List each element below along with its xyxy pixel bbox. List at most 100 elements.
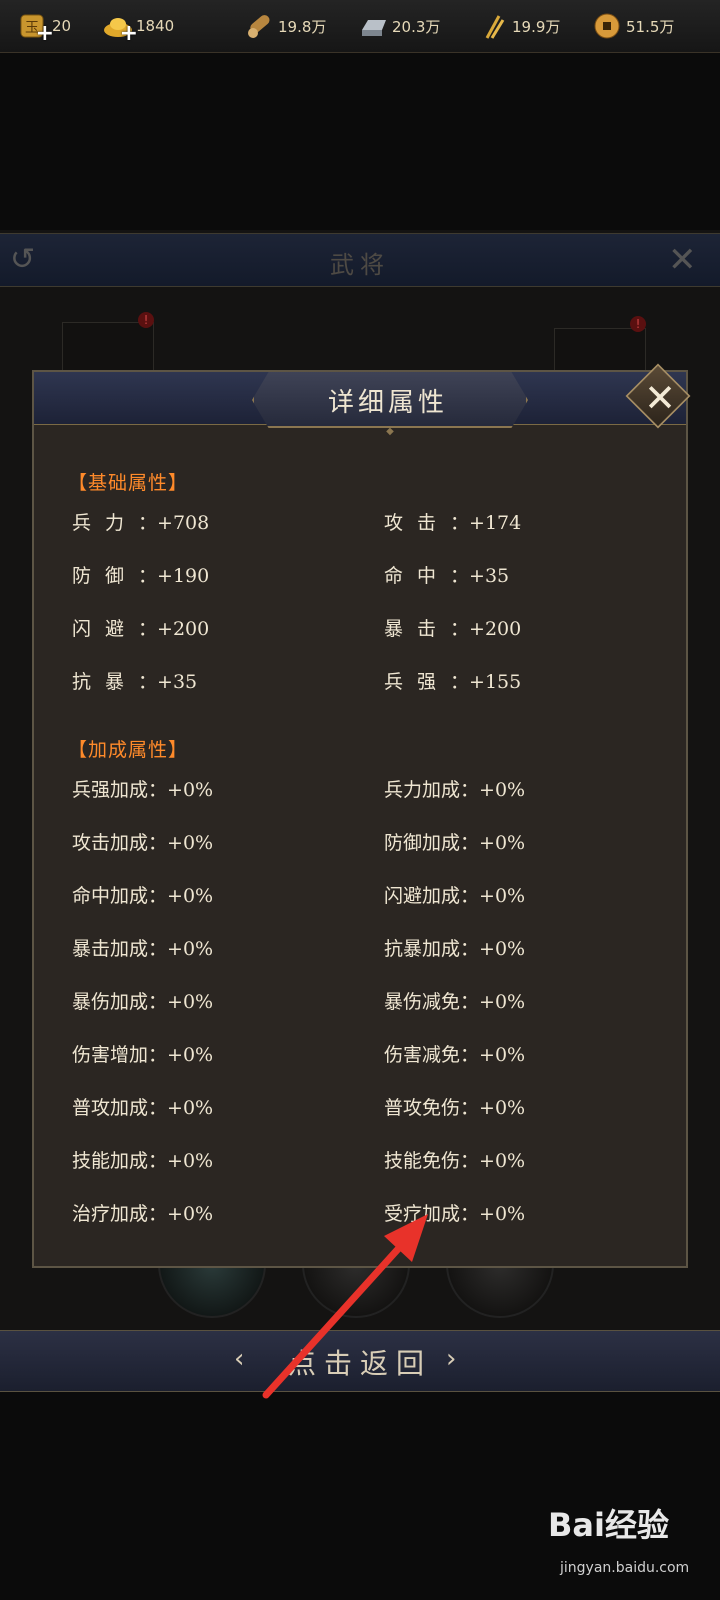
- attribute-row: 伤害减免：+0%: [384, 1040, 525, 1067]
- attribute-value: +200: [157, 618, 210, 640]
- resource-value: 1840: [136, 17, 175, 35]
- resource-iron: 20.3万: [358, 0, 440, 52]
- attribute-name: 兵强: [384, 671, 451, 693]
- attribute-row: 暴伤减免：+0%: [384, 987, 525, 1014]
- attribute-name: 伤害减免: [384, 1044, 461, 1066]
- separator: ：: [460, 991, 480, 1013]
- modal-title: 详细属性: [327, 388, 448, 418]
- attribute-name: 抗暴: [72, 671, 139, 693]
- attribute-name: 暴伤加成: [72, 991, 149, 1013]
- attribute-value: +0%: [479, 779, 526, 801]
- chevron-right-icon: ›: [446, 1344, 457, 1374]
- attribute-row: 攻击：+174: [384, 508, 521, 535]
- attribute-value: +0%: [479, 1044, 526, 1066]
- attribute-name: 闪避: [72, 618, 139, 640]
- separator: ：: [148, 885, 168, 907]
- separator: ：: [148, 1203, 168, 1225]
- separator: ：: [450, 618, 470, 640]
- attribute-value: +0%: [479, 1097, 526, 1119]
- attribute-value: +200: [469, 618, 522, 640]
- resource-gold[interactable]: + 1840: [102, 0, 174, 52]
- attribute-row: 治疗加成：+0%: [72, 1199, 213, 1226]
- attribute-value: +0%: [167, 779, 214, 801]
- attribute-row: 闪避：+200: [72, 614, 209, 641]
- attribute-value: +0%: [479, 991, 526, 1013]
- attribute-name: 普攻免伤: [384, 1097, 461, 1119]
- attribute-name: 技能加成: [72, 1150, 149, 1172]
- separator: ：: [138, 512, 158, 534]
- attribute-name: 攻击: [384, 512, 451, 534]
- jade-token-icon: 玉 +: [18, 11, 54, 45]
- resource-bar: 玉 + 20 + 1840 19.8万 20.3万 19.9万 51.5万: [0, 0, 720, 53]
- separator: ：: [460, 1150, 480, 1172]
- attribute-value: +0%: [167, 1150, 214, 1172]
- wood-log-icon: [244, 11, 274, 41]
- attribute-name: 抗暴加成: [384, 938, 461, 960]
- attribute-value: +190: [157, 565, 210, 587]
- attribute-row: 防御：+190: [72, 561, 209, 588]
- separator: ：: [138, 618, 158, 640]
- attribute-row: 兵强加成：+0%: [72, 775, 213, 802]
- attribute-row: 技能加成：+0%: [72, 1146, 213, 1173]
- separator: ：: [148, 1150, 168, 1172]
- separator: ：: [460, 885, 480, 907]
- attribute-row: 抗暴：+35: [72, 667, 197, 694]
- resource-value: 19.9万: [512, 17, 561, 36]
- attribute-row: 受疗加成：+0%: [384, 1199, 525, 1226]
- separator: ：: [148, 832, 168, 854]
- attribute-name: 受疗加成: [384, 1203, 461, 1225]
- attribute-value: +0%: [167, 885, 214, 907]
- separator: ：: [450, 565, 470, 587]
- attribute-value: +0%: [167, 938, 214, 960]
- resource-value: 20: [52, 17, 72, 35]
- separator: ：: [450, 512, 470, 534]
- gold-ingot-icon: +: [102, 11, 138, 45]
- iron-ingot-icon: [358, 11, 388, 41]
- attribute-row: 兵力：+708: [72, 508, 209, 535]
- separator: ：: [460, 1203, 480, 1225]
- attribute-name: 命中加成: [72, 885, 149, 907]
- return-button[interactable]: 点击返回: [0, 1342, 720, 1382]
- attribute-name: 兵强加成: [72, 779, 149, 801]
- attribute-value: +0%: [479, 938, 526, 960]
- separator: ：: [138, 671, 158, 693]
- background-title: 武将: [330, 251, 390, 279]
- watermark-url: jingyan.baidu.com: [560, 1560, 690, 1576]
- attribute-row: 伤害增加：+0%: [72, 1040, 213, 1067]
- copper-coin-icon: [592, 11, 622, 41]
- attribute-row: 暴击加成：+0%: [72, 934, 213, 961]
- attribute-value: +0%: [479, 832, 526, 854]
- resource-grain: 19.9万: [478, 0, 560, 52]
- attribute-row: 普攻免伤：+0%: [384, 1093, 525, 1120]
- watermark-brand: Bai经验: [548, 1506, 669, 1544]
- plus-icon[interactable]: +: [36, 23, 54, 45]
- attribute-row: 兵力加成：+0%: [384, 775, 525, 802]
- resource-jade[interactable]: 玉 + 20: [18, 0, 71, 52]
- resource-wood: 19.8万: [244, 0, 326, 52]
- attribute-value: +0%: [167, 1097, 214, 1119]
- attribute-name: 防御加成: [384, 832, 461, 854]
- attribute-value: +0%: [167, 991, 214, 1013]
- close-icon[interactable]: ✕: [640, 372, 680, 424]
- plus-icon[interactable]: +: [120, 23, 138, 45]
- detail-attributes-modal: 详细属性 ◆ ✕ 【基础属性】 兵力：+708 攻击：+174 防御：+190 命中：…: [32, 363, 691, 1268]
- attribute-name: 技能免伤: [384, 1150, 461, 1172]
- resource-value: 20.3万: [392, 17, 441, 36]
- attribute-name: 攻击加成: [72, 832, 149, 854]
- attribute-value: +0%: [167, 832, 214, 854]
- separator: ：: [148, 779, 168, 801]
- resource-value: 19.8万: [278, 17, 327, 36]
- close-icon[interactable]: ✕: [668, 240, 697, 280]
- attribute-row: 攻击加成：+0%: [72, 828, 213, 855]
- separator: ：: [460, 779, 480, 801]
- attribute-row: 兵强：+155: [384, 667, 521, 694]
- attribute-value: +0%: [167, 1203, 214, 1225]
- attribute-row: 普攻加成：+0%: [72, 1093, 213, 1120]
- attribute-row: 暴伤加成：+0%: [72, 987, 213, 1014]
- attribute-value: +155: [469, 671, 522, 693]
- separator: ：: [148, 1044, 168, 1066]
- separator: ：: [460, 1097, 480, 1119]
- attribute-value: +708: [157, 512, 210, 534]
- attribute-name: 暴击加成: [72, 938, 149, 960]
- ornament-icon: ◆: [386, 426, 394, 437]
